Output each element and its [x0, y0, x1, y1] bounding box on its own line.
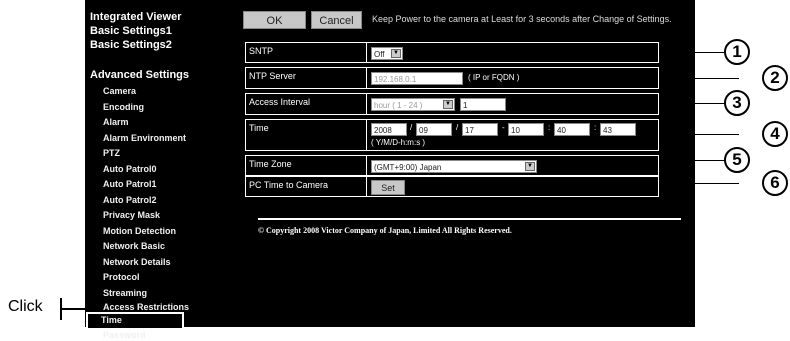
- row-divider: [366, 68, 367, 88]
- callout-2: 2: [762, 65, 788, 91]
- callout-leader: [659, 103, 725, 104]
- time-format-hint: ( Y/M/D-h:m:s ): [371, 138, 426, 147]
- time-day-input[interactable]: 17: [462, 123, 498, 136]
- nav-camera[interactable]: Camera: [85, 84, 235, 100]
- nav-motion-detection[interactable]: Motion Detection: [85, 224, 235, 240]
- nav-integrated-viewer[interactable]: Integrated Viewer: [85, 10, 235, 24]
- click-pointer-bracket: [60, 298, 62, 320]
- sntp-select-value: Off: [374, 50, 385, 59]
- row-sntp: SNTP Off ▼: [245, 42, 659, 63]
- nav-access-restrictions[interactable]: Access Restrictions: [85, 301, 235, 313]
- ntp-server-hint: ( IP or FQDN ): [468, 73, 520, 82]
- time-zone-select[interactable]: (GMT+9:00) Japan ▼: [371, 160, 537, 173]
- time-minute-input[interactable]: 40: [554, 123, 590, 136]
- nav-auto-patrol0[interactable]: Auto Patrol0: [85, 162, 235, 178]
- nav-protocol[interactable]: Protocol: [85, 270, 235, 286]
- sidebar: Integrated Viewer Basic Settings1 Basic …: [85, 10, 235, 341]
- row-divider: [366, 156, 367, 175]
- nav-alarm[interactable]: Alarm: [85, 115, 235, 131]
- row-access-interval: Access Interval hour ( 1 - 24 ) ▼ 1: [245, 93, 659, 115]
- ntp-server-input[interactable]: 192.168.0.1: [371, 72, 463, 85]
- nav-streaming[interactable]: Streaming: [85, 286, 235, 302]
- nav-network-basic[interactable]: Network Basic: [85, 239, 235, 255]
- row-pc-time: PC Time to Camera Set: [245, 176, 659, 197]
- callout-leader: [659, 134, 739, 135]
- callout-leader: [659, 160, 725, 161]
- power-notice: Keep Power to the camera at Least for 3 …: [372, 14, 672, 24]
- time-separator: :: [594, 123, 597, 132]
- callout-leader: [659, 78, 739, 79]
- nav-basic-settings1[interactable]: Basic Settings1: [85, 24, 235, 38]
- nav-network-details[interactable]: Network Details: [85, 255, 235, 271]
- cancel-button[interactable]: Cancel: [311, 11, 362, 29]
- row-ntp-server: NTP Server 192.168.0.1 ( IP or FQDN ): [245, 67, 659, 89]
- row-divider: [366, 43, 367, 62]
- nav-basic-settings2[interactable]: Basic Settings2: [85, 38, 235, 52]
- copyright-text: © Copyright 2008 Victor Company of Japan…: [258, 226, 512, 235]
- dropdown-arrow-icon: ▼: [443, 100, 453, 109]
- nav-encoding[interactable]: Encoding: [85, 100, 235, 116]
- access-interval-unit-select[interactable]: hour ( 1 - 24 ) ▼: [371, 98, 455, 111]
- nav-password[interactable]: Password: [85, 329, 235, 341]
- pc-time-label: PC Time to Camera: [249, 180, 329, 190]
- time-year-input[interactable]: 2008: [371, 123, 407, 136]
- ntp-server-label: NTP Server: [249, 71, 296, 81]
- time-separator: -: [502, 123, 505, 132]
- click-annotation-label: Click: [8, 298, 43, 315]
- time-separator: :: [548, 123, 551, 132]
- nav-auto-patrol1[interactable]: Auto Patrol1: [85, 177, 235, 193]
- nav-time[interactable]: Time: [86, 312, 184, 330]
- callout-6: 6: [762, 170, 788, 196]
- time-zone-label: Time Zone: [249, 159, 292, 169]
- sntp-label: SNTP: [249, 46, 274, 56]
- time-zone-value: (GMT+9:00) Japan: [374, 163, 442, 172]
- nav-advanced-settings[interactable]: Advanced Settings: [85, 68, 235, 82]
- access-interval-unit-value: hour ( 1 - 24 ): [374, 101, 423, 110]
- nav-privacy-mask[interactable]: Privacy Mask: [85, 208, 235, 224]
- access-interval-label: Access Interval: [249, 97, 311, 107]
- click-pointer-line: [60, 308, 88, 310]
- time-hour-input[interactable]: 10: [508, 123, 544, 136]
- nav-ptz[interactable]: PTZ: [85, 146, 235, 162]
- callout-leader: [659, 183, 739, 184]
- time-second-input[interactable]: 43: [600, 123, 636, 136]
- callout-4: 4: [762, 121, 788, 147]
- sntp-select[interactable]: Off ▼: [371, 47, 403, 60]
- row-time: Time 2008 / 09 / 17 - 10 : 40 : 43 ( Y/M…: [245, 119, 659, 151]
- row-time-zone: Time Zone (GMT+9:00) Japan ▼: [245, 155, 659, 176]
- callout-5: 5: [724, 147, 750, 173]
- row-divider: [366, 120, 367, 150]
- time-label: Time: [249, 123, 269, 133]
- dropdown-arrow-icon: ▼: [525, 162, 535, 171]
- set-pc-time-button[interactable]: Set: [371, 180, 405, 195]
- callout-leader: [659, 52, 725, 53]
- time-separator: /: [410, 123, 413, 132]
- nav-alarm-environment[interactable]: Alarm Environment: [85, 131, 235, 147]
- access-interval-input[interactable]: 1: [460, 98, 506, 111]
- row-divider: [366, 177, 367, 196]
- ok-button[interactable]: OK: [243, 11, 306, 29]
- footer-divider: [258, 218, 681, 220]
- nav-auto-patrol2[interactable]: Auto Patrol2: [85, 193, 235, 209]
- time-month-input[interactable]: 09: [416, 123, 452, 136]
- row-divider: [366, 94, 367, 114]
- time-separator: /: [456, 123, 459, 132]
- callout-1: 1: [724, 39, 750, 65]
- dropdown-arrow-icon: ▼: [391, 49, 401, 58]
- callout-3: 3: [724, 90, 750, 116]
